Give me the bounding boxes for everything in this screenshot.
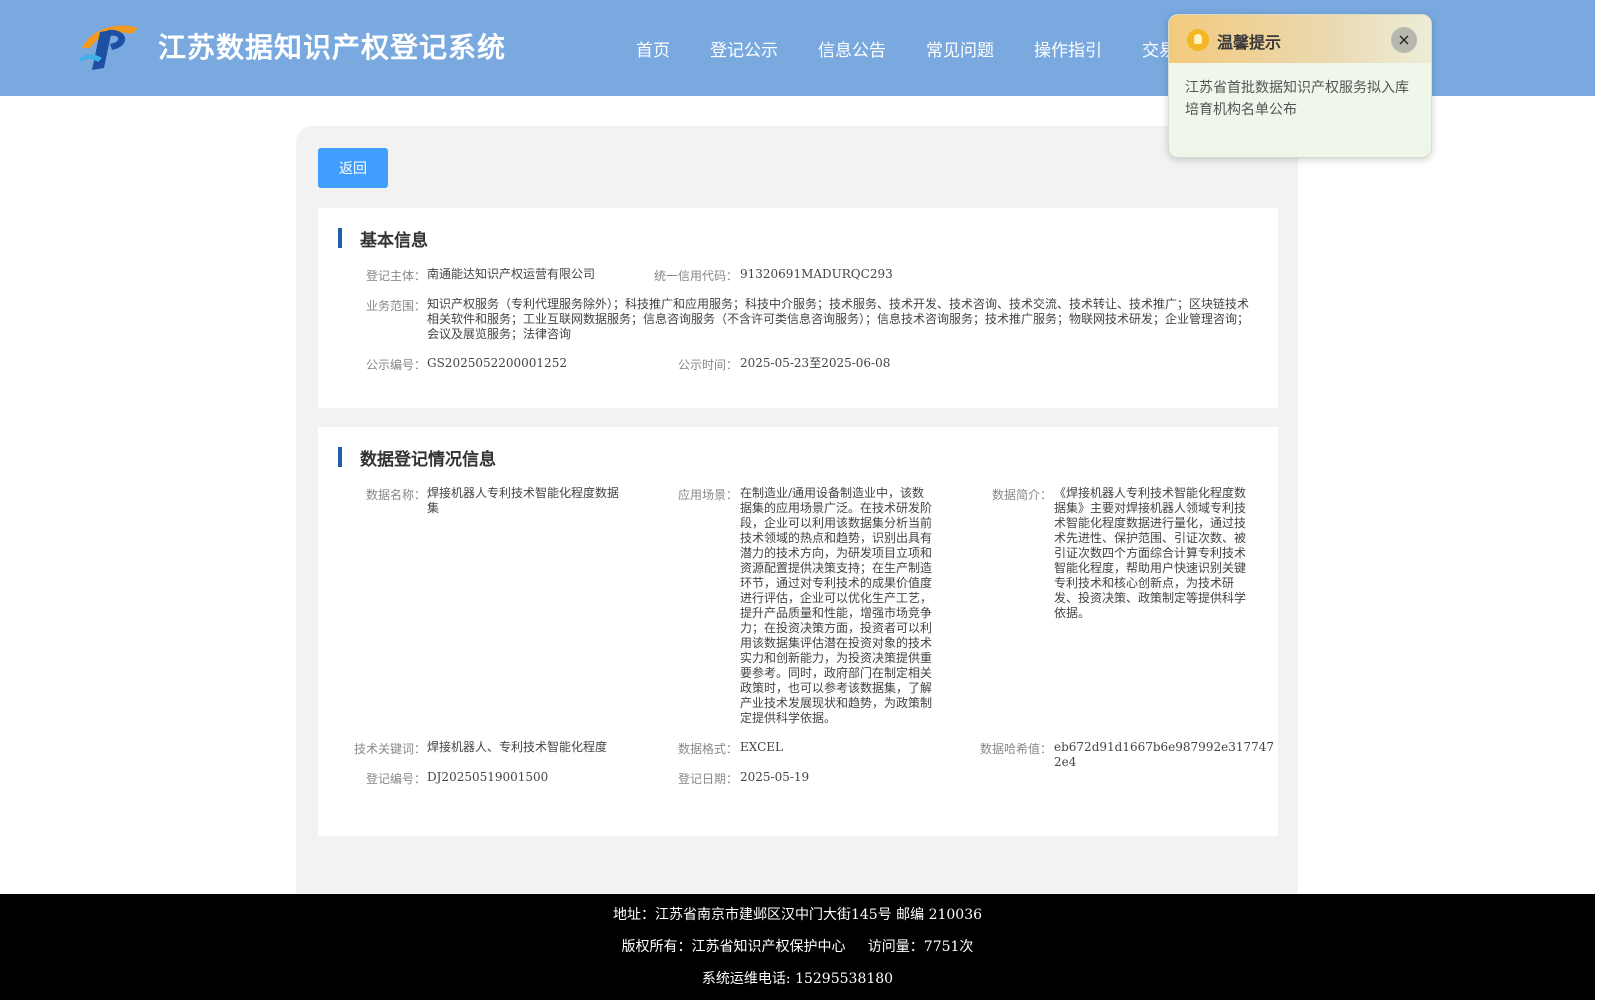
footer-copyright: 版权所有：江苏省知识产权保护中心 访问量：7751次 (621, 939, 974, 955)
keyword-label: 技术关键词： (353, 742, 426, 756)
scope-label: 业务范围： (365, 299, 426, 313)
pub-no-label: 公示编号： (365, 358, 426, 372)
nav-home[interactable]: 首页 (636, 36, 670, 61)
scene-label: 应用场景： (677, 488, 738, 502)
hash-value: eb672d91d1667b6e987992e3177472e4 (1054, 740, 1274, 769)
section-bar (338, 228, 342, 248)
reg-date-value: 2025-05-19 (740, 770, 810, 784)
scope-value: 知识产权服务（专利代理服务除外）；科技推广和应用服务；科技中介服务；技术服务、技… (427, 297, 1250, 341)
scene-value: 在制造业/通用设备制造业中，该数据集的应用场景广泛。在技术研发阶段，企业可以利用… (740, 486, 933, 725)
pub-time-value: 2025-05-23至2025-06-08 (740, 356, 891, 370)
close-icon[interactable]: × (1391, 27, 1417, 53)
pub-time-label: 公示时间： (677, 358, 738, 372)
subject-label: 登记主体： (365, 269, 426, 283)
footer-address: 地址：江苏省南京市建邺区汉中门大街145号 邮编 210036 (612, 907, 983, 923)
notice-link[interactable]: 江苏省首批数据知识产权服务拟入库培育机构名单公布 (1185, 77, 1419, 121)
credit-code-value: 91320691MADURQC293 (740, 267, 893, 281)
credit-code-label: 统一信用代码： (653, 269, 738, 283)
nav-guide[interactable]: 操作指引 (1034, 36, 1102, 61)
notice-popup: 温馨提示 × 江苏省首批数据知识产权服务拟入库培育机构名单公布 (1168, 14, 1432, 158)
intro-label: 数据简介： (991, 488, 1052, 502)
nav-registration-publicity[interactable]: 登记公示 (710, 36, 778, 61)
section-title-data: 数据登记情况信息 (360, 450, 496, 470)
site-title: 江苏数据知识产权登记系统 (158, 31, 507, 64)
section-bar (338, 447, 342, 467)
data-name-label: 数据名称： (365, 488, 426, 502)
notice-title: 温馨提示 (1217, 33, 1282, 52)
pub-no-value: GS2025052200001252 (427, 356, 567, 370)
format-label: 数据格式： (677, 742, 738, 756)
hash-label: 数据哈希值： (979, 742, 1052, 756)
footer-phone: 系统运维电话: 15295538180 (701, 971, 894, 987)
reg-no-label: 登记编号： (365, 772, 426, 786)
nav-announcements[interactable]: 信息公告 (818, 36, 886, 61)
data-info-panel: 数据登记情况信息 数据名称： 焊接机器人专利技术智能化程度数据集 应用场景： 在… (318, 427, 1278, 836)
nav-faq[interactable]: 常见问题 (926, 36, 994, 61)
section-title-basic: 基本信息 (360, 231, 428, 251)
basic-info-panel: 基本信息 登记主体： 南通能达知识产权运营有限公司 统一信用代码： 913206… (318, 208, 1278, 408)
reg-date-label: 登记日期： (677, 772, 738, 786)
notice-header: 温馨提示 × (1169, 15, 1431, 63)
lightbulb-icon (1187, 29, 1209, 51)
format-value: EXCEL (740, 740, 784, 754)
data-name-value: 焊接机器人专利技术智能化程度数据集 (427, 486, 620, 515)
logo-icon (80, 25, 138, 70)
intro-value: 《焊接机器人专利技术智能化程度数据集》主要对焊接机器人领域专利技术智能化程度数据… (1054, 486, 1247, 620)
back-button[interactable]: 返回 (318, 148, 388, 188)
site-footer: 地址：江苏省南京市建邺区汉中门大街145号 邮编 210036 版权所有：江苏省… (0, 894, 1595, 1000)
